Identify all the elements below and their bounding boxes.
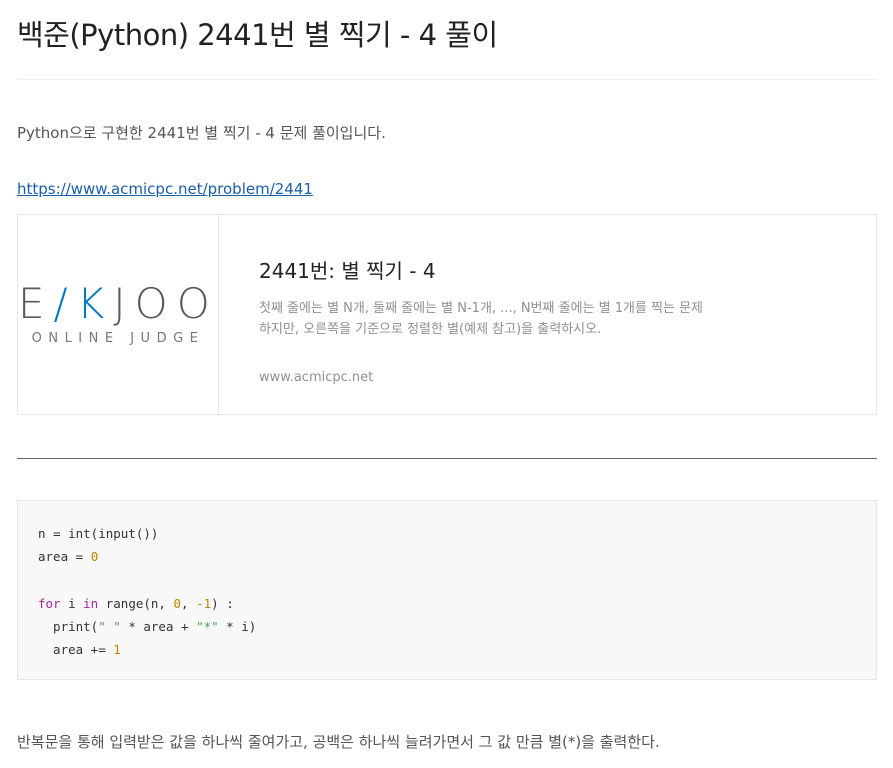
card-title[interactable]: 2441번: 별 찍기 - 4 — [259, 255, 436, 284]
card-description-line: 하지만, 오른쪽을 기준으로 정렬한 별(예제 참고)을 출력하시오. — [259, 322, 602, 337]
logo-text-k: /K — [53, 279, 114, 328]
code-line: area += 1 — [38, 638, 256, 661]
code-token: , — [181, 595, 197, 611]
code-token: ) : — [211, 595, 234, 611]
code-token: area = — [38, 549, 91, 565]
code-token: i — [60, 595, 84, 611]
code-token: "*" — [196, 618, 219, 634]
logo-subtitle: ONLINE JUDGE — [31, 331, 205, 346]
baekjoon-logo: E/KJOO — [18, 283, 218, 325]
card-description: 첫째 줄에는 별 N개, 둘째 줄에는 별 N-1개, ..., N번째 줄에는… — [259, 298, 759, 340]
code-token: area += — [38, 641, 114, 657]
outro-paragraph: 반복문을 통해 입력받은 값을 하나씩 줄여가고, 공백은 하나씩 늘려가면서 … — [17, 733, 660, 751]
card-thumbnail: E/KJOO ONLINE JUDGE — [18, 215, 219, 414]
card-description-line: 첫째 줄에는 별 N개, 둘째 줄에는 별 N-1개, ..., N번째 줄에는… — [259, 301, 704, 316]
code-line-empty — [38, 568, 256, 591]
code-token: * i) — [218, 618, 257, 634]
card-domain: www.acmicpc.net — [259, 370, 374, 385]
code-content: n = int(input()) area = 0 for i in range(… — [38, 522, 256, 661]
code-token: 0 — [90, 549, 99, 565]
intro-paragraph: Python으로 구현한 2441번 별 찍기 - 4 문제 풀이입니다. — [17, 124, 386, 142]
code-token: 0 — [173, 595, 182, 611]
code-line: n = int(input()) — [38, 522, 256, 545]
card-body: 2441번: 별 찍기 - 4 첫째 줄에는 별 N개, 둘째 줄에는 별 N-… — [259, 215, 849, 414]
code-token: for — [38, 595, 61, 611]
logo-text-left: E — [18, 279, 54, 328]
code-line: print(" " * area + "*" * i) — [38, 615, 256, 638]
code-token: print( — [38, 618, 99, 634]
link-preview-card[interactable]: E/KJOO ONLINE JUDGE 2441번: 별 찍기 - 4 첫째 줄… — [17, 214, 877, 415]
code-token: " " — [98, 618, 121, 634]
logo-text-right: JOO — [113, 279, 219, 328]
code-token: n = int(input()) — [38, 526, 159, 541]
code-block: n = int(input()) area = 0 for i in range(… — [17, 500, 877, 680]
horizontal-rule — [17, 458, 877, 459]
code-line: area = 0 — [38, 545, 256, 568]
code-token: 1 — [113, 641, 121, 657]
post-title: 백준(Python) 2441번 별 찍기 - 4 풀이 — [17, 18, 498, 52]
problem-link[interactable]: https://www.acmicpc.net/problem/2441 — [17, 180, 313, 198]
code-token: range(n, — [98, 595, 174, 611]
title-divider — [17, 79, 877, 80]
code-token: -1 — [196, 595, 212, 611]
code-token: * area + — [120, 618, 197, 634]
code-line: for i in range(n, 0, -1) : — [38, 592, 256, 615]
code-token: in — [83, 595, 99, 611]
